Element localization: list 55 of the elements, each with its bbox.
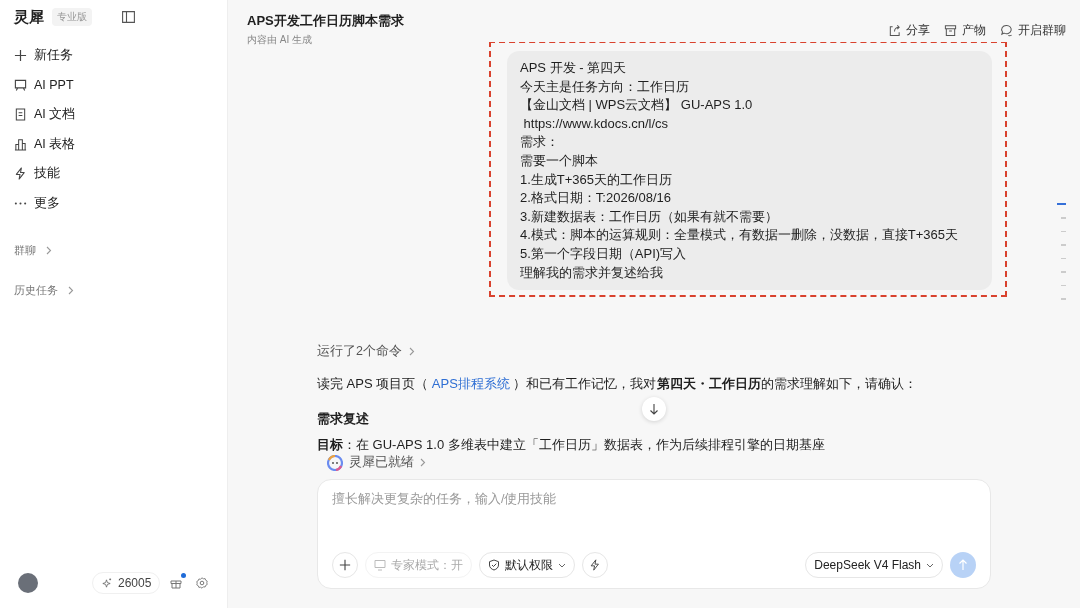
assistant-logo-icon <box>327 454 343 471</box>
sidebar-toggle-icon[interactable] <box>122 11 135 23</box>
chevron-right-icon <box>68 285 74 295</box>
settings-icon[interactable] <box>196 577 209 589</box>
chat-bubble-icon <box>1000 23 1013 37</box>
gift-icon[interactable] <box>170 577 183 589</box>
document-icon <box>14 108 27 122</box>
chevron-down-icon <box>926 562 934 568</box>
archive-box-icon <box>944 23 957 37</box>
sparkle-icon <box>101 577 112 589</box>
nav-item[interactable]: AI 文档 <box>14 100 227 130</box>
header-action[interactable]: 开启群聊 <box>1000 18 1066 42</box>
message-navigator[interactable] <box>1057 203 1066 300</box>
attach-button[interactable] <box>332 552 358 578</box>
permission-dropdown[interactable]: 默认权限 <box>479 552 575 578</box>
assistant-status: 灵犀已就绪 <box>349 454 414 471</box>
scroll-down-button[interactable] <box>642 397 666 421</box>
plus-icon <box>14 49 27 63</box>
ai-disclaimer: 内容由 AI 生成 <box>247 33 313 47</box>
commands-summary[interactable]: 运行了2个命令 <box>317 343 402 361</box>
arrow-up-icon <box>958 559 968 571</box>
nav-item[interactable]: 新任务 <box>14 41 227 71</box>
lightning-icon <box>14 167 27 181</box>
nav-item[interactable]: AI 表格 <box>14 129 227 159</box>
presentation-icon <box>14 78 27 92</box>
nav-item[interactable]: AI PPT <box>14 70 227 100</box>
brand-name: 灵犀 <box>14 7 44 27</box>
chevron-down-icon <box>558 562 566 568</box>
section-toggle[interactable]: 历史任务 <box>14 282 58 298</box>
skills-button[interactable] <box>582 552 608 578</box>
reply-paragraph: 目标：在 GU-APS 1.0 多维表中建立「工作日历」数据表，作为后续排程引擎的日期基座 <box>317 436 826 454</box>
nav-item[interactable]: 技能 <box>14 159 227 189</box>
shield-icon <box>488 559 500 571</box>
user-avatar[interactable] <box>18 573 38 593</box>
model-dropdown[interactable]: DeepSeek V4 Flash <box>805 552 943 578</box>
header-action[interactable]: 产物 <box>944 18 986 42</box>
arrow-down-icon <box>649 403 659 415</box>
nav-item[interactable]: 更多 <box>14 188 227 218</box>
share-icon <box>888 23 901 37</box>
message-input[interactable]: 擅长解决更复杂的任务，输入/使用技能 <box>332 492 976 506</box>
section-heading: 需求复述 <box>317 410 370 429</box>
page-link[interactable]: APS排程系统 <box>431 376 510 392</box>
bar-chart-icon <box>14 137 27 151</box>
reply-paragraph: 读完 APS 项目页（ APS排程系统 ）和已有工作记忆，我对第四天・工作日历的需求理解如下，请确认： <box>317 375 918 394</box>
chevron-right-icon <box>420 458 426 467</box>
chevron-right-icon <box>46 245 52 255</box>
plus-icon <box>339 559 351 571</box>
monitor-icon <box>374 559 386 571</box>
header-action[interactable]: 分享 <box>888 18 930 42</box>
section-toggle[interactable]: 群聊 <box>14 242 36 258</box>
edition-tag: 专业版 <box>52 8 92 26</box>
user-message: APS 开发 - 第四天 今天主是任务方向：工作日历 【金山文档 | WPS云文档】 GU-APS 1.0 https://www.kdocs.cn/l/cs 需求： 需要一个脚本 1.生成T+365天的工作日历 2.格式日期：T:2026/08/16 3.新建数据表：工作日历（如果有就不需要） 4.模式：脚本的运算规则：全量模式，有数据一删除，没数据，直接T+365天 5.第一个字段日期（API)写入 理解我的需求并复述给我 <box>507 51 992 291</box>
chevron-right-icon <box>408 347 415 357</box>
lightning-icon <box>589 559 601 571</box>
chat-title: APS开发工作日历脚本需求 <box>247 12 404 30</box>
